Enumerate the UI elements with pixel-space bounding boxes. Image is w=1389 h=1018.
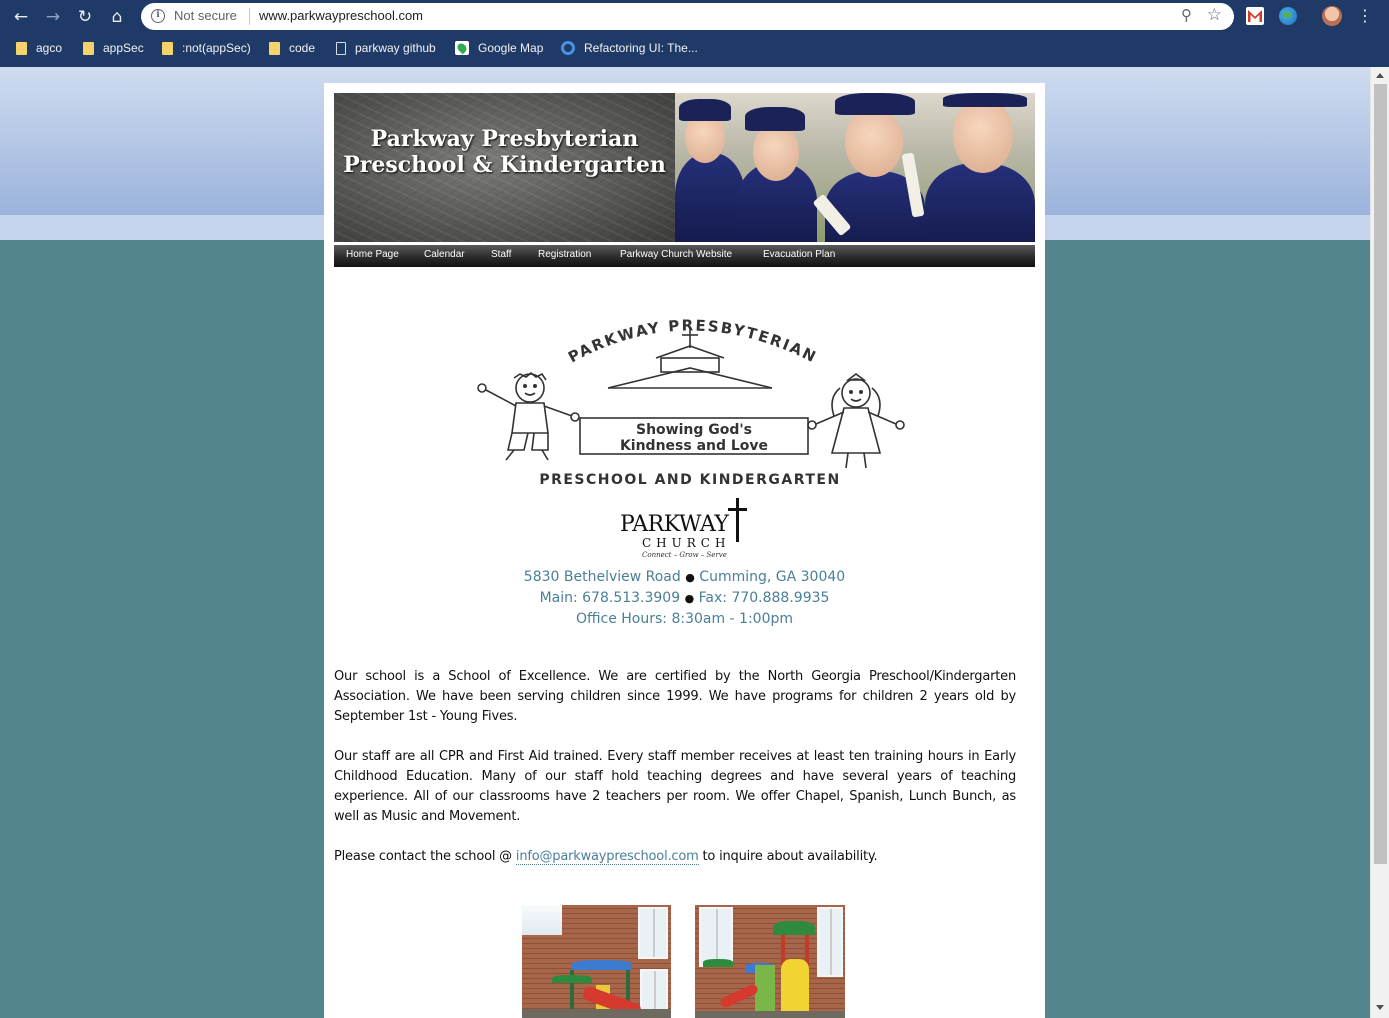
gmail-extension-icon[interactable]	[1246, 7, 1264, 25]
cross-icon	[736, 498, 739, 542]
browser-menu-icon[interactable]: ⋮	[1357, 5, 1373, 27]
forward-arrow-icon[interactable]: →	[40, 4, 66, 30]
scroll-up-arrow-icon[interactable]	[1376, 73, 1384, 78]
nav-parkway-church-website[interactable]: Parkway Church Website	[620, 249, 732, 260]
main-nav: Home Page Calendar Staff Registration Pa…	[334, 245, 1035, 267]
ring-icon	[561, 41, 575, 55]
url-text[interactable]: www.parkwaypreschool.com	[259, 8, 423, 23]
parkway-church-logo[interactable]: PARKWAY CHURCH Connect – Grow – Serve	[620, 498, 755, 560]
page-icon	[336, 41, 346, 55]
bullet-separator: ●	[685, 571, 695, 584]
playground-photo[interactable]	[522, 905, 671, 1018]
logo-arc-text: PARKWAY PRESBYTERIAN	[565, 316, 820, 366]
google-maps-icon	[455, 41, 469, 55]
bookmark-label: appSec	[103, 41, 144, 55]
folder-icon	[16, 41, 27, 55]
contact-text-after: to inquire about availability.	[698, 849, 878, 864]
bookmark-code[interactable]: code	[269, 33, 315, 63]
folder-icon	[269, 41, 280, 55]
bookmark-label: agco	[36, 41, 63, 55]
nav-evacuation-plan[interactable]: Evacuation Plan	[763, 249, 835, 260]
site-title: Parkway Presbyterian Preschool & Kinderg…	[334, 126, 675, 178]
back-arrow-icon[interactable]: ←	[8, 4, 34, 30]
girl-drawing-icon	[807, 373, 905, 469]
contact-text-before: Please contact the school @	[334, 849, 516, 864]
address-bar[interactable]: i Not secure www.parkwaypreschool.com ⚲ …	[141, 3, 1234, 30]
folder-icon	[162, 41, 173, 55]
bookmark-parkway-github[interactable]: parkway github	[336, 33, 436, 63]
omnibox-separator	[249, 8, 250, 25]
site-title-line2: Preschool & Kindergarten	[343, 152, 666, 178]
browser-toolbar: ← → ↻ ⌂ i Not secure www.parkwaypreschoo…	[0, 0, 1389, 33]
security-label[interactable]: Not secure	[174, 8, 237, 23]
folder-icon	[83, 41, 94, 55]
school-logo: PARKWAY PRESBYTERIAN Showing God's Kindn…	[477, 316, 905, 488]
logo-sign-line1: Showing God's	[636, 422, 752, 438]
email-link[interactable]: info@parkwaypreschool.com	[515, 849, 699, 865]
logo-bottom-text: PRESCHOOL AND KINDERGARTEN	[539, 472, 840, 488]
cross-icon-bar	[728, 508, 747, 511]
bookmark-label: parkway github	[355, 41, 436, 55]
bookmark-appsec[interactable]: appSec	[83, 33, 144, 63]
nav-calendar[interactable]: Calendar	[424, 249, 465, 260]
bookmark-label: Refactoring UI: The...	[584, 41, 698, 55]
content-column: Parkway Presbyterian Preschool & Kinderg…	[324, 83, 1045, 1018]
fax-number: Fax: 770.888.9935	[698, 590, 830, 606]
bookmark-agco[interactable]: agco	[16, 33, 62, 63]
vertical-scrollbar[interactable]	[1370, 67, 1389, 1018]
graduates-photo	[675, 93, 1035, 242]
address: 5830 Bethelview Road	[523, 569, 681, 585]
contact-address-line: 5830 Bethelview Road ● Cumming, GA 30040	[324, 567, 1045, 588]
chalkboard-image: Parkway Presbyterian Preschool & Kinderg…	[334, 93, 675, 242]
bookmark-label: code	[289, 41, 316, 55]
city: Cumming, GA 30040	[699, 569, 846, 585]
logo-sign-line2: Kindness and Love	[620, 438, 768, 454]
scrollbar-thumb[interactable]	[1374, 84, 1387, 864]
boy-drawing-icon	[477, 371, 580, 461]
nav-home-page[interactable]: Home Page	[346, 249, 399, 260]
globe-extension-icon[interactable]	[1279, 7, 1297, 25]
bookmark-star-icon[interactable]: ☆	[1207, 5, 1222, 25]
nav-registration[interactable]: Registration	[538, 249, 591, 260]
home-icon[interactable]: ⌂	[104, 4, 130, 30]
bookmark-label: :not(appSec)	[182, 41, 251, 55]
site-title-line1: Parkway Presbyterian	[370, 126, 639, 152]
contact-paragraph: Please contact the school @ info@parkway…	[334, 847, 1016, 867]
bookmark-label: Google Map	[478, 41, 544, 55]
scroll-down-arrow-icon[interactable]	[1376, 1005, 1384, 1010]
staff-paragraph: Our staff are all CPR and First Aid trai…	[334, 749, 1016, 824]
bookmark-google-map[interactable]: Google Map	[455, 33, 543, 63]
intro-paragraph: Our school is a School of Excellence. We…	[334, 669, 1016, 724]
contact-info: 5830 Bethelview Road ● Cumming, GA 30040…	[324, 567, 1045, 629]
church-logo-tagline: Connect – Grow – Serve	[642, 551, 727, 559]
church-logo-name: PARKWAY	[620, 512, 729, 537]
bookmark-not-appsec[interactable]: :not(appSec)	[162, 33, 251, 63]
main-phone: Main: 678.513.3909	[539, 590, 681, 606]
bookmark-refactoring-ui[interactable]: Refactoring UI: The...	[561, 33, 698, 63]
contact-phone-line: Main: 678.513.3909 ● Fax: 770.888.9935	[324, 588, 1045, 609]
zoom-icon[interactable]: ⚲	[1181, 6, 1192, 24]
reload-icon[interactable]: ↻	[72, 4, 98, 30]
info-icon[interactable]: i	[151, 9, 165, 23]
church-logo-word: CHURCH	[642, 536, 731, 550]
bullet-separator: ●	[684, 592, 695, 605]
bookmarks-bar: agco appSec :not(appSec) code parkway gi…	[0, 33, 1389, 67]
header-banner: Parkway Presbyterian Preschool & Kinderg…	[334, 93, 1035, 242]
nav-staff[interactable]: Staff	[491, 249, 511, 260]
office-hours: Office Hours: 8:30am - 1:00pm	[575, 611, 794, 627]
playground-photo[interactable]	[695, 905, 845, 1018]
profile-avatar[interactable]	[1322, 6, 1342, 26]
